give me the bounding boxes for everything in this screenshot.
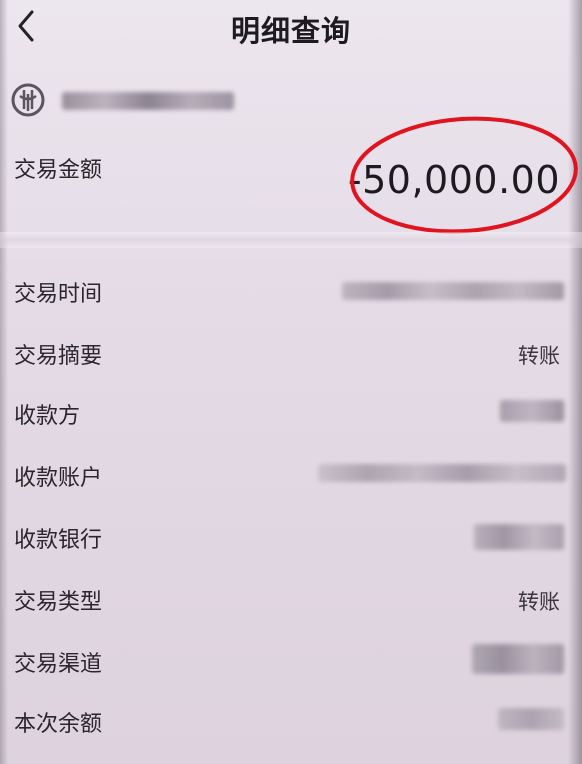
detail-label: 收款账户 <box>14 466 103 491</box>
detail-value: 转账 <box>518 590 560 614</box>
detail-value: 转账 <box>518 344 560 368</box>
detail-label: 收款方 <box>14 404 81 429</box>
redacted-value <box>500 400 564 422</box>
section-divider <box>0 232 582 248</box>
redacted-value <box>318 464 566 482</box>
detail-label: 交易类型 <box>14 590 103 615</box>
detail-label: 本次余额 <box>14 712 103 737</box>
detail-label: 交易渠道 <box>14 652 103 677</box>
redacted-value <box>472 644 564 674</box>
detail-row-balance: 本次余额 <box>0 698 582 748</box>
detail-row-channel: 交易渠道 <box>0 638 582 688</box>
bank-info <box>10 82 310 122</box>
detail-label: 交易摘要 <box>14 344 103 369</box>
red-highlight-circle <box>350 116 578 234</box>
detail-label: 收款银行 <box>14 528 103 553</box>
page-title: 明细查询 <box>230 14 351 48</box>
detail-row-payee-bank: 收款银行 <box>0 514 582 564</box>
bank-name-redacted <box>62 92 234 110</box>
top-bar: 明细查询 <box>0 0 582 60</box>
detail-row-payee-account: 收款账户 <box>0 452 582 502</box>
detail-label: 交易时间 <box>14 282 103 307</box>
redacted-value <box>498 708 564 730</box>
redacted-value <box>342 282 564 300</box>
detail-row-transaction-type: 交易类型 转账 <box>0 576 582 626</box>
redacted-value <box>474 524 564 550</box>
detail-row-transaction-time: 交易时间 <box>0 268 582 318</box>
amount-label: 交易金额 <box>14 158 103 183</box>
detail-row-payee: 收款方 <box>0 390 582 440</box>
detail-row-summary: 交易摘要 转账 <box>0 330 582 380</box>
abc-bank-logo-icon <box>11 83 45 117</box>
